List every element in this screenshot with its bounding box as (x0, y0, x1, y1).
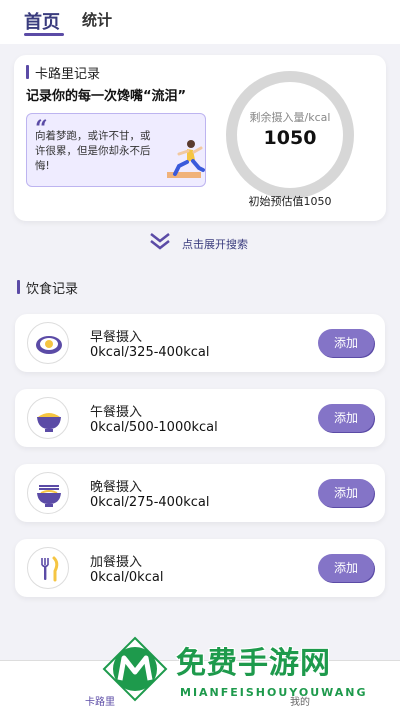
meal-kcal: 0kcal/0kcal (90, 570, 164, 585)
meal-name: 午餐摄入 (90, 405, 143, 420)
remaining-label: 剩余摄入量/kcal (249, 111, 331, 124)
add-dinner-button[interactable]: 添加 (318, 479, 374, 507)
expand-search-toggle[interactable]: 点击展开搜索 (148, 232, 268, 252)
meal-kcal: 0kcal/275-400kcal (90, 495, 210, 510)
remaining-calories-ring: 剩余摄入量/kcal 1050 (226, 71, 356, 201)
meal-card-dinner: 晚餐摄入 0kcal/275-400kcal 添加 (15, 464, 385, 522)
motivation-quote-text: 向着梦跑，或许不甘，或许很累，但是你却永不后悔! (35, 130, 151, 172)
top-tab-bar: 首页 统计 (0, 0, 400, 44)
add-snack-button[interactable]: 添加 (318, 554, 374, 582)
meal-kcal: 0kcal/500-1000kcal (90, 420, 218, 435)
meal-card-breakfast: 早餐摄入 0kcal/325-400kcal 添加 (15, 314, 385, 372)
active-tab-indicator (24, 33, 64, 36)
add-lunch-button[interactable]: 添加 (318, 404, 374, 432)
calorie-card: 卡路里记录 记录你的每一次馋嘴“流泪” “ 向着梦跑，或许不甘，或许很累，但是你… (14, 55, 386, 221)
meal-card-lunch: 午餐摄入 0kcal/500-1000kcal 添加 (15, 389, 385, 447)
meal-name: 加餐摄入 (90, 555, 143, 570)
section-marker (17, 280, 20, 294)
tab-statistics[interactable]: 统计 (82, 9, 112, 30)
motivation-quote-box: “ 向着梦跑，或许不甘，或许很累，但是你却永不后悔! (26, 113, 206, 187)
remaining-value: 1050 (263, 127, 317, 149)
meal-kcal: 0kcal/325-400kcal (90, 345, 210, 360)
expand-search-label: 点击展开搜索 (182, 238, 248, 251)
initial-estimate: 初始预估值1050 (248, 195, 332, 208)
calorie-card-subtitle: 记录你的每一次馋嘴“流泪” (26, 89, 187, 104)
meal-name: 早餐摄入 (90, 330, 143, 345)
double-chevron-down-icon (150, 233, 170, 250)
fork-knife-icon (27, 547, 69, 589)
section-marker (26, 65, 29, 79)
noodle-bowl-icon (27, 472, 69, 514)
nav-item-calorie[interactable]: 卡路里 (85, 693, 115, 708)
fried-egg-icon (27, 322, 69, 364)
calorie-card-title: 卡路里记录 (35, 67, 101, 82)
tab-home[interactable]: 首页 (24, 8, 60, 34)
meal-section-title: 饮食记录 (26, 282, 79, 297)
bottom-nav-bar: 卡路里 我的 (0, 660, 400, 711)
meal-card-snack: 加餐摄入 0kcal/0kcal 添加 (15, 539, 385, 597)
meal-name: 晚餐摄入 (90, 480, 143, 495)
runner-illustration-icon (167, 140, 205, 178)
rice-bowl-icon (27, 397, 69, 439)
add-breakfast-button[interactable]: 添加 (318, 329, 374, 357)
nav-item-mine[interactable]: 我的 (290, 693, 310, 708)
